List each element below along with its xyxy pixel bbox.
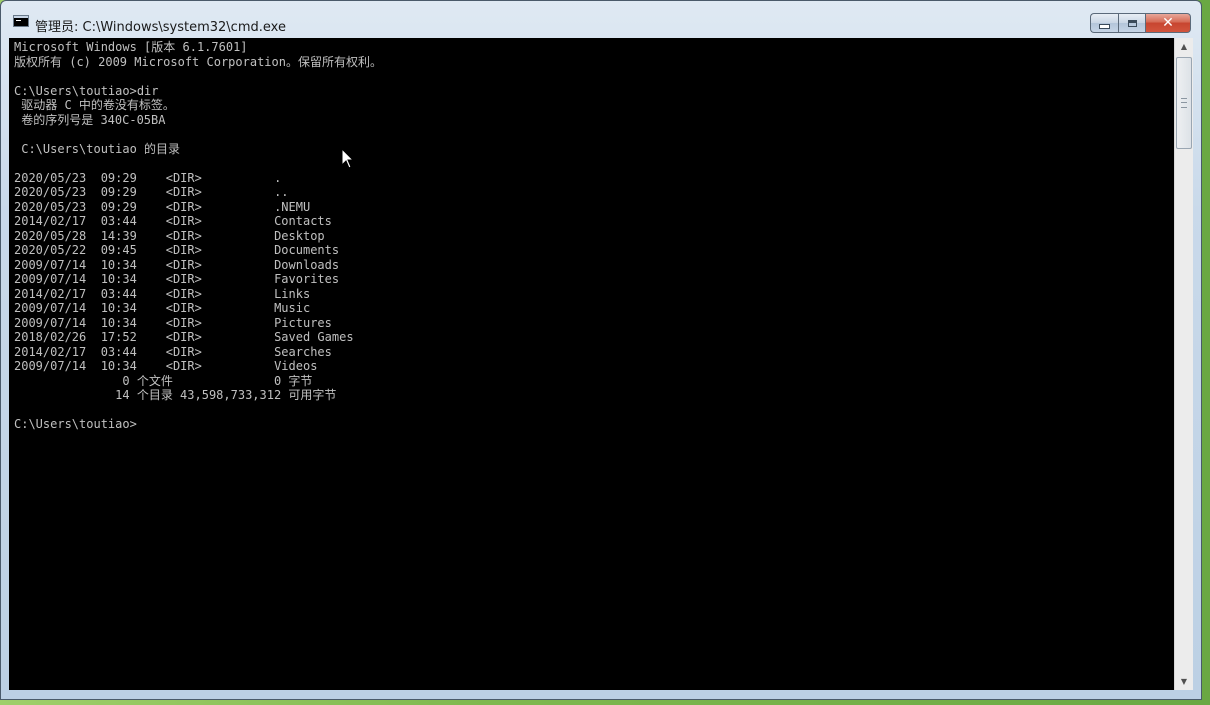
minimize-button[interactable]: [1090, 13, 1118, 33]
console-line: 2014/02/17 03:44 <DIR> Contacts: [14, 214, 332, 228]
close-icon: ✕: [1162, 15, 1174, 31]
maximize-icon: [1127, 19, 1137, 27]
console-line: 2009/07/14 10:34 <DIR> Videos: [14, 359, 318, 373]
cmd-window: 管理员: C:\Windows\system32\cmd.exe ✕ Micro…: [0, 0, 1202, 700]
console-line: 2018/02/26 17:52 <DIR> Saved Games: [14, 330, 354, 344]
console-line: C:\Users\toutiao 的目录: [14, 141, 181, 156]
scrollbar-thumb[interactable]: [1176, 57, 1192, 149]
mouse-pointer-icon: [341, 148, 355, 169]
console-line: 2014/02/17 03:44 <DIR> Links: [14, 286, 311, 301]
console-text: Microsoft Windows [版本 6.1.7601] 版权所有 (c) …: [14, 40, 382, 432]
grip-icon: [1181, 98, 1187, 108]
console-line: 2009/07/14 10:34 <DIR> Pictures: [14, 315, 332, 330]
console-line: C:\Users\toutiao>dir: [14, 83, 159, 98]
maximize-button[interactable]: [1118, 13, 1146, 33]
console-line: 卷的序列号是 340C-05BA: [14, 112, 166, 127]
console-line: 2020/05/28 14:39 <DIR> Desktop: [14, 228, 325, 243]
minimize-icon: [1099, 23, 1110, 29]
console-output-area[interactable]: Microsoft Windows [版本 6.1.7601] 版权所有 (c) …: [9, 38, 1174, 690]
window-title: 管理员: C:\Windows\system32\cmd.exe: [35, 20, 286, 35]
console-line: 2020/05/23 09:29 <DIR> .: [14, 170, 282, 185]
close-button[interactable]: ✕: [1146, 13, 1191, 33]
title-bar[interactable]: 管理员: C:\Windows\system32\cmd.exe ✕: [1, 1, 1201, 35]
console-line: 版权所有 (c) 2009 Microsoft Corporation。保留所有…: [14, 54, 382, 69]
console-line: Microsoft Windows [版本 6.1.7601]: [14, 40, 248, 54]
console-line: 2009/07/14 10:34 <DIR> Downloads: [14, 257, 340, 272]
caption-buttons: ✕: [1090, 13, 1191, 33]
console-line: 2020/05/23 09:29 <DIR> ..: [14, 185, 289, 199]
console-line: 2020/05/23 09:29 <DIR> .NEMU: [14, 199, 311, 214]
console-line: 驱动器 C 中的卷没有标签。: [14, 98, 175, 112]
scroll-up-arrow-icon[interactable]: ▲: [1175, 38, 1193, 55]
vertical-scrollbar[interactable]: ▲ ▼: [1174, 38, 1193, 690]
scroll-down-arrow-icon[interactable]: ▼: [1175, 673, 1193, 690]
console-app-icon[interactable]: [13, 15, 29, 27]
console-line: 2009/07/14 10:34 <DIR> Music: [14, 301, 311, 315]
console-line: 0 个文件 0 字节: [14, 373, 313, 388]
console-line: 2014/02/17 03:44 <DIR> Searches: [14, 344, 332, 359]
console-line: 2009/07/14 10:34 <DIR> Favorites: [14, 272, 340, 286]
console-line: 2020/05/22 09:45 <DIR> Documents: [14, 243, 340, 257]
console-line: C:\Users\toutiao>: [14, 417, 137, 431]
console-line: 14 个目录 43,598,733,312 可用字节: [14, 388, 337, 402]
